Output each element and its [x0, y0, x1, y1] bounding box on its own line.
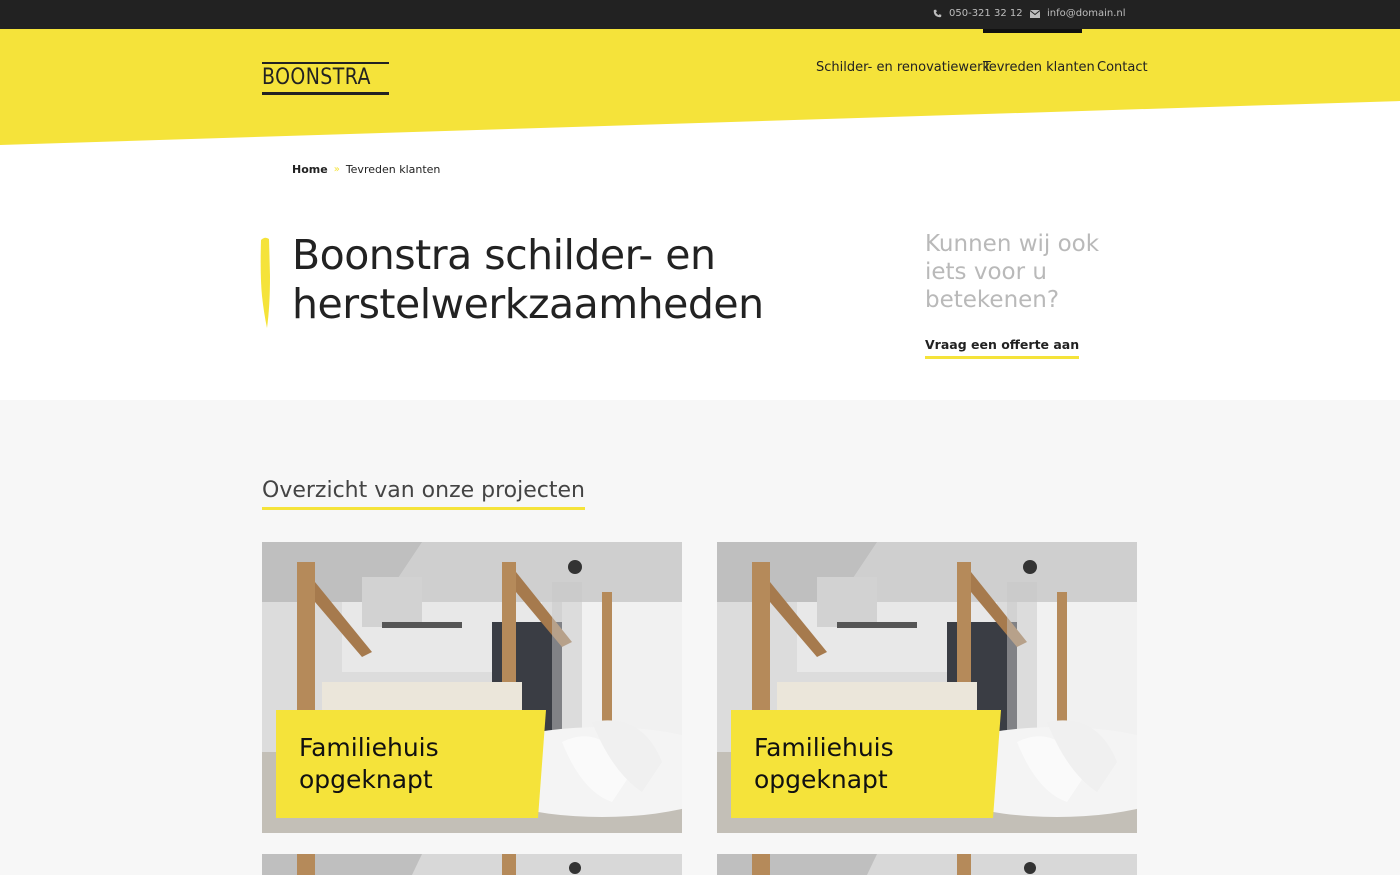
header-yellow-band — [0, 29, 1400, 145]
top-contact-bar: 050-321 32 12 info@domain.nl — [0, 0, 1400, 29]
project-card[interactable]: Familiehuis opgeknapt — [262, 542, 682, 833]
page-title-line-2: herstelwerkzaamheden — [292, 280, 764, 328]
nav-link[interactable]: Contact — [1097, 60, 1148, 75]
logo-bottom-bar — [262, 92, 389, 95]
breadcrumb-home[interactable]: Home — [292, 163, 328, 176]
nav-item-tevreden-klanten[interactable]: Tevreden klanten — [983, 60, 1095, 75]
nav-active-indicator — [983, 29, 1082, 33]
email-address: info@domain.nl — [1047, 8, 1126, 19]
phone-icon — [933, 9, 942, 18]
page-title-line-1: Boonstra schilder- en — [292, 231, 716, 279]
cta-heading: Kunnen wij ook iets voor u betekenen? — [925, 231, 1100, 313]
breadcrumb: Home » Tevreden klanten — [292, 163, 440, 176]
projects-section — [0, 400, 1400, 875]
breadcrumb-current: Tevreden klanten — [345, 163, 441, 176]
breadcrumb-separator: » — [333, 164, 340, 175]
project-photo — [262, 854, 682, 875]
logo-top-bar — [262, 62, 389, 64]
site-logo[interactable]: BOONSTRA — [262, 62, 389, 95]
nav-link[interactable]: Schilder- en renovatiewerk — [816, 60, 990, 75]
project-photo — [717, 854, 1137, 875]
phone-contact[interactable]: 050-321 32 12 — [933, 8, 1023, 19]
project-card[interactable] — [262, 854, 682, 875]
card-title: Familiehuis opgeknapt — [754, 733, 894, 794]
yellow-brush-stroke — [260, 237, 270, 328]
projects-section-title: Overzicht van onze projecten — [262, 478, 585, 510]
nav-link[interactable]: Tevreden klanten — [983, 60, 1095, 75]
project-card[interactable]: Familiehuis opgeknapt — [717, 542, 1137, 833]
request-quote-link[interactable]: Vraag een offerte aan — [925, 337, 1080, 359]
nav-item-contact[interactable]: Contact — [1097, 60, 1148, 75]
card-title: Familiehuis opgeknapt — [299, 733, 439, 794]
nav-item-schilderwerk[interactable]: Schilder- en renovatiewerk — [816, 60, 990, 75]
logo-text: BOONSTRA — [262, 65, 371, 90]
page-title: Boonstra schilder- en herstelwerkzaamhed… — [292, 231, 852, 329]
envelope-icon — [1030, 9, 1040, 18]
email-contact[interactable]: info@domain.nl — [1030, 8, 1126, 19]
phone-number: 050-321 32 12 — [949, 8, 1023, 19]
project-card[interactable] — [717, 854, 1137, 875]
